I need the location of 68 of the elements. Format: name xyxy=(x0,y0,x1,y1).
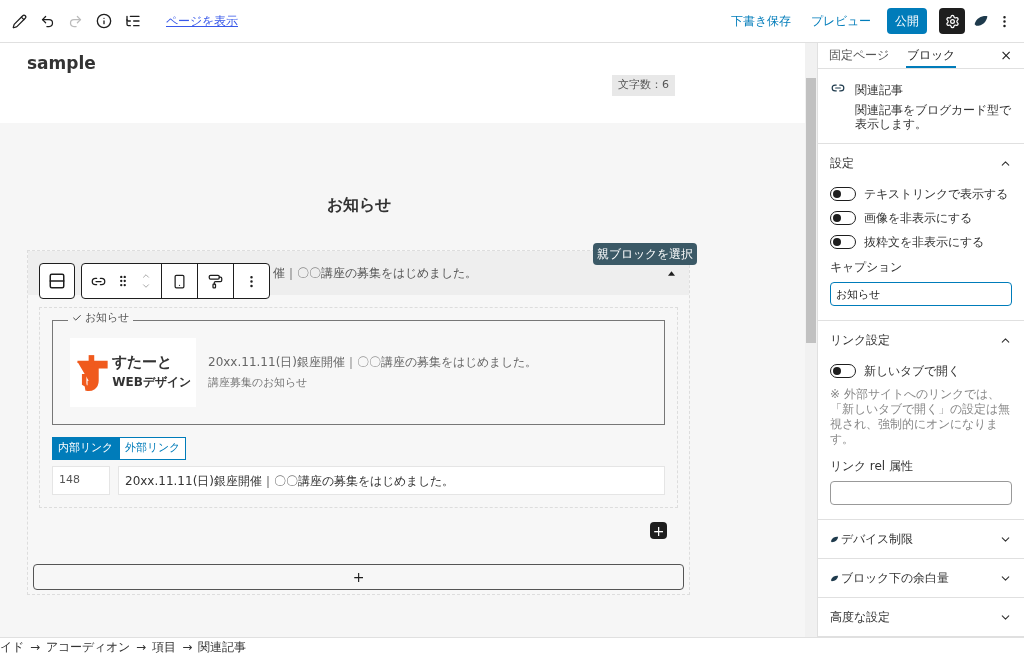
panel-header[interactable]: リンク設定 xyxy=(818,321,1024,359)
toggle-switch[interactable] xyxy=(830,235,856,249)
preview-button[interactable]: プレビュー xyxy=(807,12,875,30)
logo-subtitle: WEBデザイン xyxy=(112,373,191,391)
toggle-label: 新しいタブで開く xyxy=(864,363,960,380)
settings-button[interactable] xyxy=(939,8,965,34)
roller-icon[interactable] xyxy=(208,273,223,289)
panel-header[interactable]: 設定 xyxy=(818,144,1024,182)
add-block-button[interactable]: + xyxy=(650,522,667,539)
page-title[interactable]: sample xyxy=(27,51,778,77)
leaf-icon xyxy=(830,534,839,544)
view-page-link[interactable]: ページを表示 xyxy=(166,12,238,30)
text-field[interactable]: お知らせ xyxy=(830,282,1012,306)
leaf-icon xyxy=(830,573,839,583)
breadcrumb-item[interactable]: アコーディオン xyxy=(46,640,131,653)
append-block-button[interactable]: + xyxy=(33,564,684,590)
select-parent-tooltip[interactable]: 親ブロックを選択 xyxy=(593,243,697,265)
save-draft-button[interactable]: 下書き保存 xyxy=(727,12,795,30)
text-field[interactable] xyxy=(830,481,1012,505)
logo-mark-icon xyxy=(75,353,110,392)
rows-icon xyxy=(48,272,66,290)
breadcrumb-item[interactable]: 関連記事 xyxy=(198,640,247,653)
toggle-switch[interactable] xyxy=(830,364,856,378)
pencil-icon[interactable] xyxy=(12,13,27,29)
caret-icon[interactable] xyxy=(668,270,675,276)
help-note: ※ 外部サイトへのリンクでは、「新しいタブで開く」の設定は無視され、強制的にオンになります。 xyxy=(830,387,1011,447)
card-excerpt: 講座募集のお知らせ xyxy=(208,375,308,392)
device-icon[interactable] xyxy=(172,273,187,289)
undo-icon[interactable] xyxy=(40,13,55,29)
logo-name: すたーと xyxy=(112,354,174,370)
check-icon xyxy=(72,312,82,323)
breadcrumb-separator: → xyxy=(136,640,147,653)
toggle-label: 画像を非表示にする xyxy=(864,210,972,227)
post-id-field[interactable]: 148 xyxy=(52,466,110,495)
breadcrumb-separator: → xyxy=(182,640,193,653)
panel-header[interactable]: デバイス制限 xyxy=(818,520,1024,558)
breadcrumb-item[interactable]: 項目 xyxy=(152,640,177,653)
gear-icon xyxy=(944,13,960,29)
accordion-title: 催｜〇〇講座の募集をはじめました。 xyxy=(273,265,477,282)
sidebar-tab[interactable]: ブロック xyxy=(906,43,956,68)
close-button[interactable]: × xyxy=(1000,43,1012,68)
toggle-switch[interactable] xyxy=(830,187,856,201)
panel-header[interactable]: 高度な設定 xyxy=(818,598,1024,636)
link-type-tab[interactable]: 内部リンク xyxy=(52,437,119,460)
block-name: 関連記事 xyxy=(855,82,904,99)
link-type-tab[interactable]: 外部リンク xyxy=(119,437,186,460)
toggle-label: テキストリンクで表示する xyxy=(864,186,1008,203)
breadcrumb-separator: → xyxy=(30,640,41,653)
link-icon xyxy=(831,81,845,95)
panel-header[interactable]: ブロック下の余白量 xyxy=(818,559,1024,597)
character-count: 文字数：6 xyxy=(612,75,675,96)
toggle-switch[interactable] xyxy=(830,211,856,225)
scrollbar-thumb[interactable] xyxy=(806,78,816,343)
block-description: 関連記事をブログカード型で表示します。 xyxy=(855,103,1011,131)
card-title: 20xx.11.11(日)銀座開催｜〇〇講座の募集をはじめました。 xyxy=(208,354,537,372)
info-icon[interactable] xyxy=(96,13,112,29)
breadcrumb-item[interactable]: イド xyxy=(0,640,24,653)
field-label: キャプション xyxy=(830,259,903,276)
block-type-button[interactable] xyxy=(39,263,75,299)
toggle-label: 抜粋文を非表示にする xyxy=(864,234,984,251)
leaf-icon xyxy=(973,13,989,29)
sidebar-tab[interactable]: 固定ページ xyxy=(828,43,890,68)
publish-button[interactable]: 公開 xyxy=(887,8,927,34)
list-view-icon[interactable] xyxy=(125,13,141,29)
card-caption: お知らせ xyxy=(85,312,129,323)
field-label: リンク rel 属性 xyxy=(830,458,914,475)
post-title-field[interactable]: 20xx.11.11(日)銀座開催｜〇〇講座の募集をはじめました。 xyxy=(118,466,665,495)
section-heading[interactable]: お知らせ xyxy=(27,193,690,217)
